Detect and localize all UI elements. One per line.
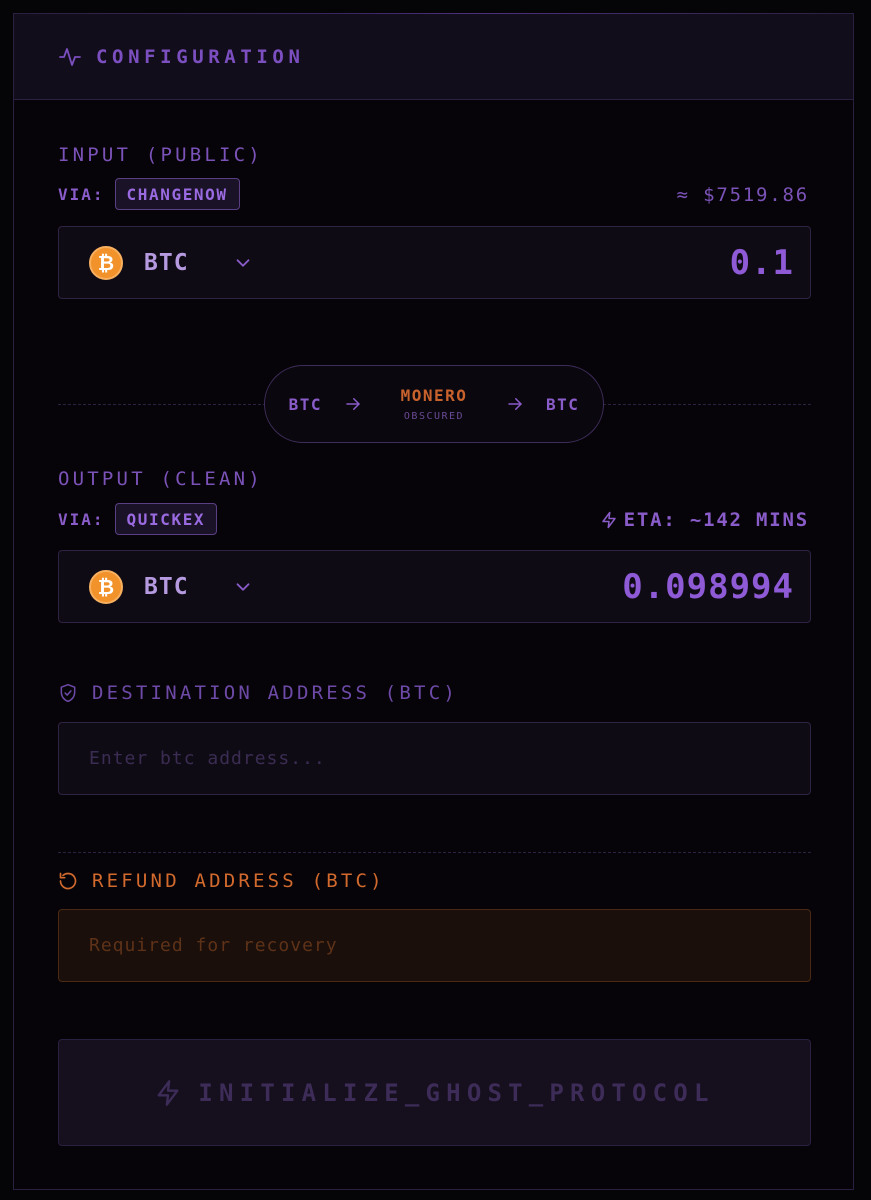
input-via-label: VIA: <box>58 184 105 204</box>
route-via-sub: OBSCURED <box>403 411 465 422</box>
lightning-icon <box>157 1079 179 1106</box>
destination-address-input[interactable] <box>58 722 811 795</box>
input-via-row: VIA: CHANGENOW <box>58 178 240 210</box>
arrow-right-icon <box>508 398 522 410</box>
destination-label-text: DESTINATION ADDRESS (BTC) <box>92 682 458 704</box>
destination-label: DESTINATION ADDRESS (BTC) <box>58 682 458 704</box>
initialize-button[interactable]: INITIALIZE_GHOST_PROTOCOL <box>58 1039 811 1146</box>
route-from: BTC <box>288 394 322 414</box>
input-provider-badge[interactable]: CHANGENOW <box>114 178 240 210</box>
route-pill: BTC MONERO OBSCURED BTC <box>264 365 604 443</box>
panel-title: CONFIGURATION <box>96 45 305 68</box>
refund-label-text: REFUND ADDRESS (BTC) <box>92 870 385 892</box>
output-eta: ETA: ~142 MINS <box>600 509 809 531</box>
input-asset-name[interactable]: BTC <box>144 250 232 276</box>
activity-icon <box>59 47 81 66</box>
bitcoin-symbol: ₿ <box>97 250 115 275</box>
output-via-label: VIA: <box>58 509 105 529</box>
shield-check-icon <box>60 683 76 703</box>
bitcoin-symbol: ₿ <box>97 574 115 599</box>
route-via: MONERO <box>400 386 468 405</box>
route-middle: MONERO OBSCURED <box>384 386 484 422</box>
initialize-button-label: INITIALIZE_GHOST_PROTOCOL <box>198 1078 715 1107</box>
input-asset-box: ₿ BTC 0.1 <box>58 226 811 299</box>
output-section-label: OUTPUT (CLEAN) <box>58 468 263 490</box>
chevron-down-icon[interactable] <box>232 576 254 598</box>
output-asset-box: ₿ BTC 0.098994 <box>58 550 811 623</box>
configuration-panel: CONFIGURATION INPUT (PUBLIC) VIA: CHANGE… <box>13 13 854 1190</box>
refund-address-input[interactable] <box>58 909 811 982</box>
lightning-icon <box>601 511 616 529</box>
refund-label: REFUND ADDRESS (BTC) <box>58 870 385 892</box>
output-eta-text: ETA: ~142 MINS <box>623 509 809 531</box>
input-section-label: INPUT (PUBLIC) <box>58 144 263 166</box>
bitcoin-coin-icon: ₿ <box>89 569 123 604</box>
output-asset-name[interactable]: BTC <box>144 574 232 600</box>
chevron-down-icon[interactable] <box>232 252 254 274</box>
panel-header: CONFIGURATION <box>14 14 853 100</box>
arrow-right-icon <box>346 398 360 410</box>
input-amount[interactable]: 0.1 <box>730 243 794 283</box>
output-provider-badge[interactable]: QUICKEX <box>114 503 218 535</box>
section-divider <box>58 852 811 853</box>
output-amount: 0.098994 <box>622 566 794 607</box>
route-to: BTC <box>546 394 580 414</box>
refresh-icon <box>59 872 77 890</box>
output-via-row: VIA: QUICKEX <box>58 503 218 535</box>
input-usd-estimate: ≈ $7519.86 <box>676 184 809 206</box>
bitcoin-coin-icon: ₿ <box>89 245 123 280</box>
